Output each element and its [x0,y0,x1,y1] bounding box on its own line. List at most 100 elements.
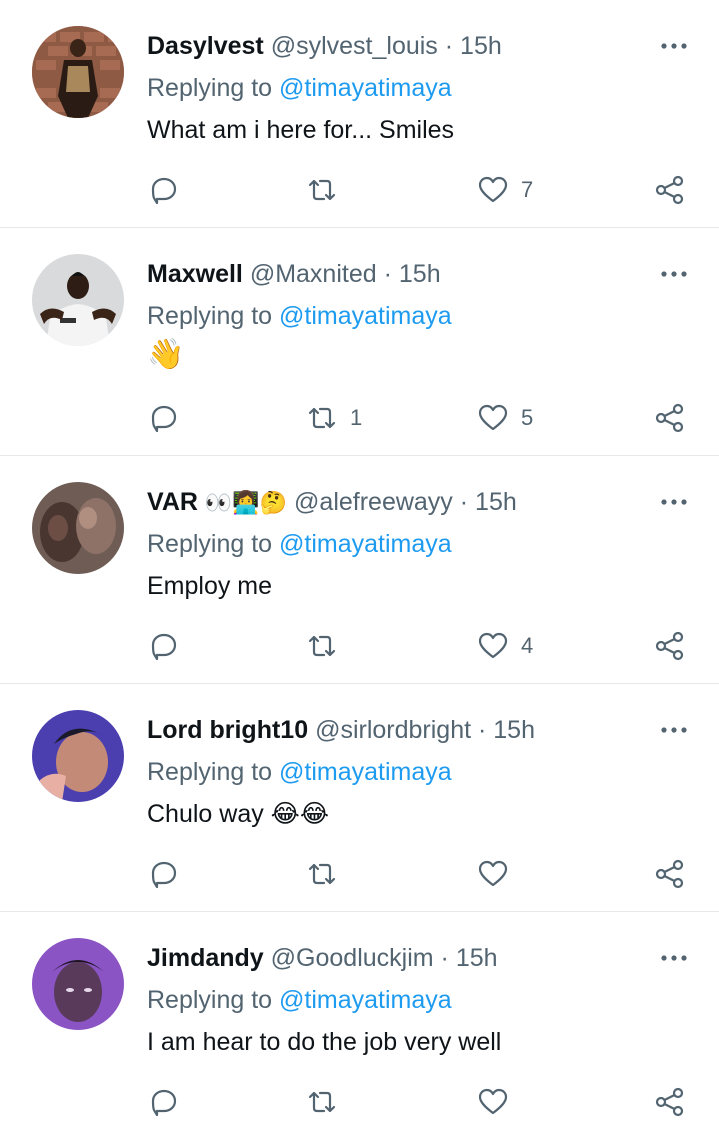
tweet-actions: 1 5 [0,400,719,436]
separator: · [444,32,454,60]
retweet-button[interactable] [306,628,350,664]
like-count: 4 [521,633,534,658]
replying-to: Replying to @timayatimaya [147,73,452,103]
timestamp[interactable]: 15h [456,944,498,972]
share-icon [655,631,684,661]
share-button[interactable] [654,1084,686,1120]
tweet[interactable]: Maxwell @Maxnited · 15h Replying to @tim… [0,228,719,456]
reply-feed: Dasylvest @sylvest_louis · 15h Replying … [0,0,719,1117]
replying-to-label: Replying to [147,302,273,330]
more-options-button[interactable] [659,948,689,968]
display-name[interactable]: Maxwell [147,260,243,288]
like-button[interactable] [477,1084,521,1120]
retweet-icon [308,863,336,885]
tweet-text: Employ me [147,572,273,600]
like-button[interactable]: 7 [477,172,533,208]
retweet-icon [308,1091,336,1113]
mention-link[interactable]: @timayatimaya [279,530,452,558]
reply-button[interactable] [148,628,180,664]
timestamp[interactable]: 15h [460,32,502,60]
more-icon [661,499,687,505]
timestamp[interactable]: 15h [493,716,535,744]
tweet-actions: 7 [0,172,719,208]
avatar[interactable] [32,26,124,118]
timestamp[interactable]: 15h [475,488,517,516]
replying-to-label: Replying to [147,530,273,558]
replying-to: Replying to @timayatimaya [147,301,452,331]
retweet-icon [308,635,336,657]
heart-icon [478,1088,508,1115]
share-button[interactable] [654,856,686,892]
display-name[interactable]: Jimdandy [147,944,264,972]
retweet-button[interactable]: 1 [306,400,362,436]
separator: · [383,260,392,288]
tweet[interactable]: Dasylvest @sylvest_louis · 15h Replying … [0,0,719,228]
tweet[interactable]: VAR 👀👩‍💻🤔 @alefreewayy · 15h Replying to… [0,456,719,684]
tweet-header: Maxwell @Maxnited · 15h [147,259,441,289]
reply-icon [151,177,177,205]
reply-icon [151,1089,177,1117]
share-button[interactable] [654,628,686,664]
tweet-text: 👋 [147,337,185,372]
avatar[interactable] [32,482,124,574]
mention-link[interactable]: @timayatimaya [279,302,452,330]
avatar[interactable] [32,710,124,802]
separator: · [459,488,469,516]
tweet-text: What am i here for... Smiles [147,116,455,144]
timestamp[interactable]: 15h [399,260,441,288]
tweet-actions [0,856,719,892]
display-name[interactable]: Lord bright10 [147,716,308,744]
share-icon [655,175,684,205]
like-button[interactable]: 5 [477,400,533,436]
reply-button[interactable] [148,400,180,436]
separator: · [440,944,449,972]
retweet-button[interactable] [306,172,350,208]
user-handle[interactable]: @sirlordbright [315,716,471,744]
share-icon [655,1087,684,1117]
tweet[interactable]: Jimdandy @Goodluckjim · 15h Replying to … [0,912,719,1140]
replying-to: Replying to @timayatimaya [147,985,452,1015]
like-button[interactable] [477,856,521,892]
more-options-button[interactable] [659,36,689,56]
heart-icon [478,404,508,431]
replying-to: Replying to @timayatimaya [147,757,452,787]
reply-button[interactable] [148,172,180,208]
display-name[interactable]: VAR [147,488,198,516]
user-handle[interactable]: @Maxnited [250,260,377,288]
user-handle[interactable]: @sylvest_louis [271,32,438,60]
retweet-icon [308,179,336,201]
reply-button[interactable] [148,856,180,892]
more-icon [661,727,687,733]
replying-to-label: Replying to [147,758,273,786]
like-count: 5 [521,405,534,430]
mention-link[interactable]: @timayatimaya [279,986,452,1014]
mention-link[interactable]: @timayatimaya [279,758,452,786]
more-options-button[interactable] [659,264,689,284]
more-options-button[interactable] [659,720,689,740]
reply-icon [151,405,177,433]
share-button[interactable] [654,172,686,208]
more-icon [661,271,687,277]
retweet-icon [308,407,336,429]
heart-icon [478,176,508,203]
more-options-button[interactable] [659,492,689,512]
retweet-count: 1 [350,405,363,430]
more-icon [661,955,687,961]
reply-button[interactable] [148,1084,180,1120]
user-handle[interactable]: @alefreewayy [294,488,453,516]
replying-to: Replying to @timayatimaya [147,529,452,559]
separator: · [478,716,487,744]
retweet-button[interactable] [306,856,350,892]
tweet-text: Chulo way 😂😂 [147,800,330,828]
mention-link[interactable]: @timayatimaya [279,74,452,102]
avatar[interactable] [32,938,124,1030]
user-handle[interactable]: @Goodluckjim [271,944,434,972]
retweet-button[interactable] [306,1084,350,1120]
like-button[interactable]: 4 [477,628,533,664]
avatar[interactable] [32,254,124,346]
share-button[interactable] [654,400,686,436]
display-name[interactable]: Dasylvest [147,32,264,60]
replying-to-label: Replying to [147,74,273,102]
tweet[interactable]: Lord bright10 @sirlordbright · 15h Reply… [0,684,719,912]
name-emoji: 👀👩‍💻🤔 [204,491,288,516]
